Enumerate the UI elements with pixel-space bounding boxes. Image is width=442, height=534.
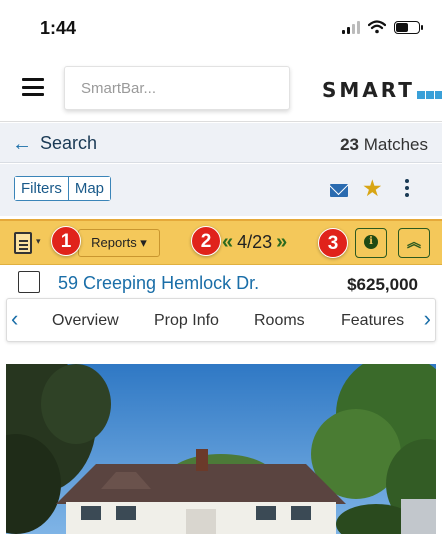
tabs-scroll-right-icon[interactable]: › (424, 307, 431, 331)
logo-text: SMART (322, 78, 415, 102)
back-label: Search (40, 133, 98, 153)
app-header: SMART (0, 56, 442, 122)
battery-icon (394, 20, 423, 34)
match-count: 23 Matches (340, 135, 428, 155)
listing-address-link[interactable]: 59 Creeping Hemlock Dr. (58, 273, 259, 294)
smartbar-search-input[interactable] (64, 66, 290, 110)
document-dropdown-caret-icon[interactable]: ▾ (36, 236, 41, 247)
next-listing-icon[interactable]: » (276, 231, 287, 253)
listing-pager: « 4/23 » (222, 231, 287, 253)
map-button[interactable]: Map (67, 177, 111, 200)
document-icon[interactable] (14, 232, 32, 254)
status-bar: 1:44 (0, 0, 442, 56)
property-photo[interactable] (6, 364, 436, 534)
view-button-group: Filters Map (14, 176, 112, 201)
filters-button[interactable]: Filters (15, 177, 68, 200)
select-listing-checkbox[interactable] (18, 271, 40, 293)
info-button[interactable]: i (355, 228, 387, 258)
reports-dropdown-button[interactable]: Reports ▾ (78, 229, 160, 257)
callout-badge-2: 2 (191, 226, 221, 256)
callout-badge-1: 1 (51, 226, 81, 256)
callout-badge-3: 3 (318, 228, 348, 258)
status-time: 1:44 (40, 18, 77, 38)
tab-prop-info[interactable]: Prop Info (154, 312, 219, 330)
logo-mls-boxes (416, 91, 442, 99)
status-icons (342, 20, 423, 34)
tab-rooms[interactable]: Rooms (254, 312, 305, 330)
star-icon[interactable]: ★ (362, 177, 383, 200)
back-arrow-icon: ← (12, 132, 32, 155)
hamburger-menu-icon[interactable] (22, 78, 44, 96)
listing-address-row: 59 Creeping Hemlock Dr. $625,000 (0, 266, 442, 300)
match-count-number: 23 (340, 135, 360, 154)
info-icon: i (364, 235, 378, 249)
search-results-bar: ← Search 23 Matches (0, 123, 442, 163)
pager-position: 4/23 (237, 231, 273, 252)
back-to-search-link[interactable]: ← Search (12, 133, 97, 154)
tab-features[interactable]: Features (341, 312, 404, 330)
smart-mls-logo: SMART (322, 78, 442, 102)
previous-listing-icon[interactable]: « (222, 231, 233, 253)
cellular-signal-icon (342, 20, 360, 34)
double-chevron-up-icon: ︽ (407, 234, 421, 250)
match-count-label: Matches (363, 135, 428, 154)
property-photo-illustration (6, 364, 436, 534)
tab-overview[interactable]: Overview (52, 312, 119, 330)
listing-price: $625,000 (347, 275, 418, 294)
listing-detail-tabs: ‹ Overview Prop Info Rooms Features › (6, 298, 436, 342)
results-toolbar: Filters Map ★ (0, 164, 442, 216)
kebab-menu-icon[interactable] (405, 179, 409, 197)
wifi-icon (368, 20, 386, 34)
collapse-button[interactable]: ︽ (398, 228, 430, 258)
envelope-icon[interactable] (330, 184, 348, 197)
tabs-scroll-left-icon[interactable]: ‹ (11, 307, 18, 331)
